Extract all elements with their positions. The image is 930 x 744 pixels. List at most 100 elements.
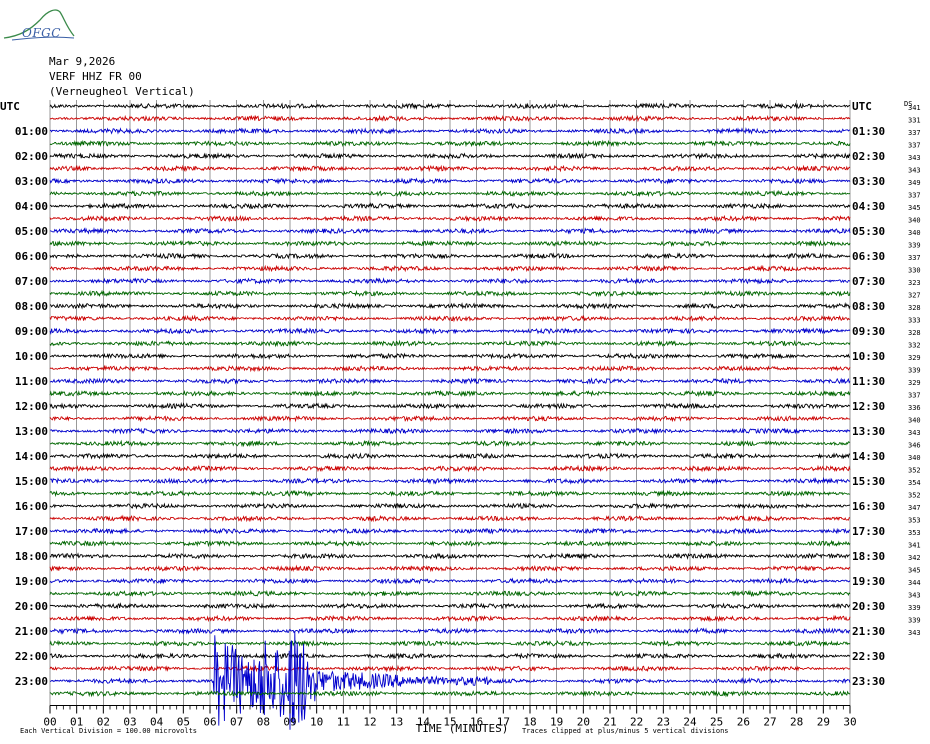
right-hour-label: 10:30 [852, 350, 885, 363]
ds-value: 331 [908, 117, 921, 125]
left-hour-label: 04:00 [15, 200, 48, 213]
ds-value: 330 [908, 267, 921, 275]
left-hour-label: 20:00 [15, 600, 48, 613]
ds-value: 353 [908, 517, 921, 525]
ds-value: 323 [908, 279, 921, 287]
ds-value: 340 [908, 454, 921, 462]
ds-value: 352 [908, 467, 921, 475]
ds-value: 341 [908, 104, 921, 112]
left-hour-labels: UTC 01:00 02:00 03:00 04:00 05:00 06:00 07:00 08… [0, 100, 48, 688]
x-axis: 00 01 02 03 04 05 06 07 08 09 10 11 12 13 14 15 16 17 18 19… [20, 705, 857, 735]
x-tick-label: 06 [203, 716, 216, 729]
ds-value: 332 [908, 342, 921, 350]
right-hour-label: UTC [852, 100, 872, 113]
x-tick-label: 29 [817, 716, 830, 729]
ds-value: 337 [908, 392, 921, 400]
right-hour-label: 08:30 [852, 300, 885, 313]
ds-value: 345 [908, 204, 921, 212]
x-axis-title: TIME (MINUTES) [416, 722, 509, 735]
ds-value: 329 [908, 379, 921, 387]
left-hour-label: 17:00 [15, 525, 48, 538]
ds-value: 337 [908, 142, 921, 150]
left-hour-label: 14:00 [15, 450, 48, 463]
x-tick-label: 30 [843, 716, 856, 729]
left-hour-label: 21:00 [15, 625, 48, 638]
left-hour-label: 23:00 [15, 675, 48, 688]
ds-value: 340 [908, 229, 921, 237]
ds-value: 342 [908, 554, 921, 562]
right-hour-label: 07:30 [852, 275, 885, 288]
ds-value: 354 [908, 479, 921, 487]
right-hour-label: 12:30 [852, 400, 885, 413]
left-hour-label: 06:00 [15, 250, 48, 263]
ds-value: 329 [908, 354, 921, 362]
right-hour-label: 16:30 [852, 500, 885, 513]
ds-value: 343 [908, 167, 921, 175]
right-hour-labels: UTC 01:30 02:30 03:30 04:30 05:30 06:30 07:30 08… [852, 100, 885, 688]
left-hour-label: 19:00 [15, 575, 48, 588]
ds-value: 343 [908, 592, 921, 600]
left-hour-label: 07:00 [15, 275, 48, 288]
left-hour-label: 01:00 [15, 125, 48, 138]
x-tick-label: 11 [337, 716, 350, 729]
right-hour-label: 05:30 [852, 225, 885, 238]
x-tick-label: 12 [363, 716, 376, 729]
ds-value: 340 [908, 417, 921, 425]
right-hour-label: 06:30 [852, 250, 885, 263]
date-label: Mar 9,2026 [49, 55, 116, 68]
x-tick-label: 27 [763, 716, 776, 729]
right-hour-label: 19:30 [852, 575, 885, 588]
right-hour-label: 09:30 [852, 325, 885, 338]
ds-value: 343 [908, 629, 921, 637]
left-hour-label: 18:00 [15, 550, 48, 563]
ds-value: 352 [908, 492, 921, 500]
ds-value: 340 [908, 217, 921, 225]
x-tick-label: 10 [310, 716, 323, 729]
ds-value: 328 [908, 329, 921, 337]
right-hour-label: 23:30 [852, 675, 885, 688]
ds-value: 343 [908, 429, 921, 437]
ds-value: 333 [908, 317, 921, 325]
logo-text: OFGC [22, 26, 61, 40]
ds-value: 336 [908, 404, 921, 412]
right-hour-label: 01:30 [852, 125, 885, 138]
right-hour-label: 14:30 [852, 450, 885, 463]
ds-values: DS34133133733734334334933734534034033933… [904, 100, 921, 637]
left-hour-label: 12:00 [15, 400, 48, 413]
right-hour-label: 13:30 [852, 425, 885, 438]
right-hour-label: 15:30 [852, 475, 885, 488]
left-hour-label: 10:00 [15, 350, 48, 363]
ds-value: 337 [908, 129, 921, 137]
chart-grid [49, 100, 851, 706]
right-hour-label: 21:30 [852, 625, 885, 638]
ds-value: 339 [908, 604, 921, 612]
x-tick-label: 13 [390, 716, 403, 729]
ds-value: 327 [908, 292, 921, 300]
left-hour-label: 16:00 [15, 500, 48, 513]
ds-value: 349 [908, 179, 921, 187]
left-hour-label: 22:00 [15, 650, 48, 663]
x-tick-label: 09 [283, 716, 296, 729]
ds-value: 346 [908, 442, 921, 450]
ds-value: 337 [908, 192, 921, 200]
left-hour-label: 13:00 [15, 425, 48, 438]
station-name-label: (Verneugheol Vertical) [49, 85, 195, 98]
ds-value: 339 [908, 242, 921, 250]
footer-left-note: Each Vertical Division = 100.00 microvol… [20, 727, 197, 735]
left-hour-label: 08:00 [15, 300, 48, 313]
ds-value: 339 [908, 367, 921, 375]
footer-right-note: Traces clipped at plus/minus 5 vertical … [522, 727, 729, 735]
ds-value: 328 [908, 304, 921, 312]
right-hour-label: 02:30 [852, 150, 885, 163]
right-hour-label: 04:30 [852, 200, 885, 213]
right-hour-label: 11:30 [852, 375, 885, 388]
ds-value: 339 [908, 617, 921, 625]
x-tick-label: 07 [230, 716, 243, 729]
right-hour-label: 22:30 [852, 650, 885, 663]
right-hour-label: 18:30 [852, 550, 885, 563]
right-hour-label: 17:30 [852, 525, 885, 538]
left-hour-label: 03:00 [15, 175, 48, 188]
ds-value: 343 [908, 154, 921, 162]
x-tick-label: 26 [737, 716, 750, 729]
left-hour-label: UTC [0, 100, 20, 113]
